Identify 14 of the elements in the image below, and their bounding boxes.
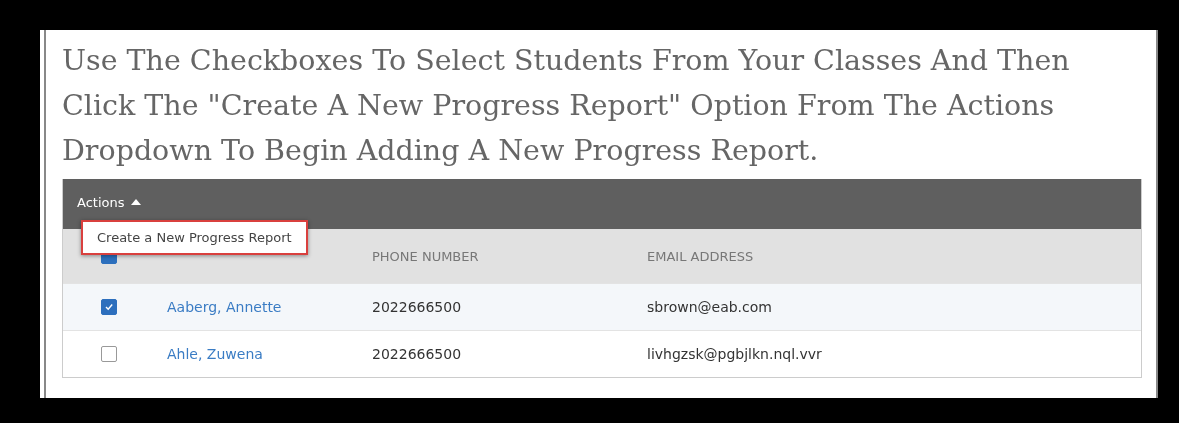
student-name-link[interactable]: Aaberg, Annette [167,299,282,315]
instructions-text: Use The Checkboxes To Select Students From Your Classes And Then Click The "Create A New Progress Report" Option From The Actions Dropdown To Begin Adding A New Progress Report. [62,43,1071,169]
student-name-link[interactable]: Ahle, Zuwena [167,346,263,362]
table-cell-text: livhgzsk@pgbjlkn.nql.vvr [647,346,823,362]
column-header[interactable]: EMAIL ADDRESS [647,248,1141,264]
menu-item[interactable]: Create a New Progress Report [81,220,308,255]
row-checkbox[interactable] [101,299,117,315]
table-cell-text: 2022666500 [372,346,463,362]
table-cell-text: 2022666500 [372,299,463,315]
checkmark-icon [104,302,114,312]
table-cell-text: sbrown@eab.com [647,299,773,315]
actions-dropdown[interactable]: Actions [77,194,141,210]
column-header[interactable]: PHONE NUMBER [372,248,647,264]
row-checkbox[interactable] [101,346,117,362]
